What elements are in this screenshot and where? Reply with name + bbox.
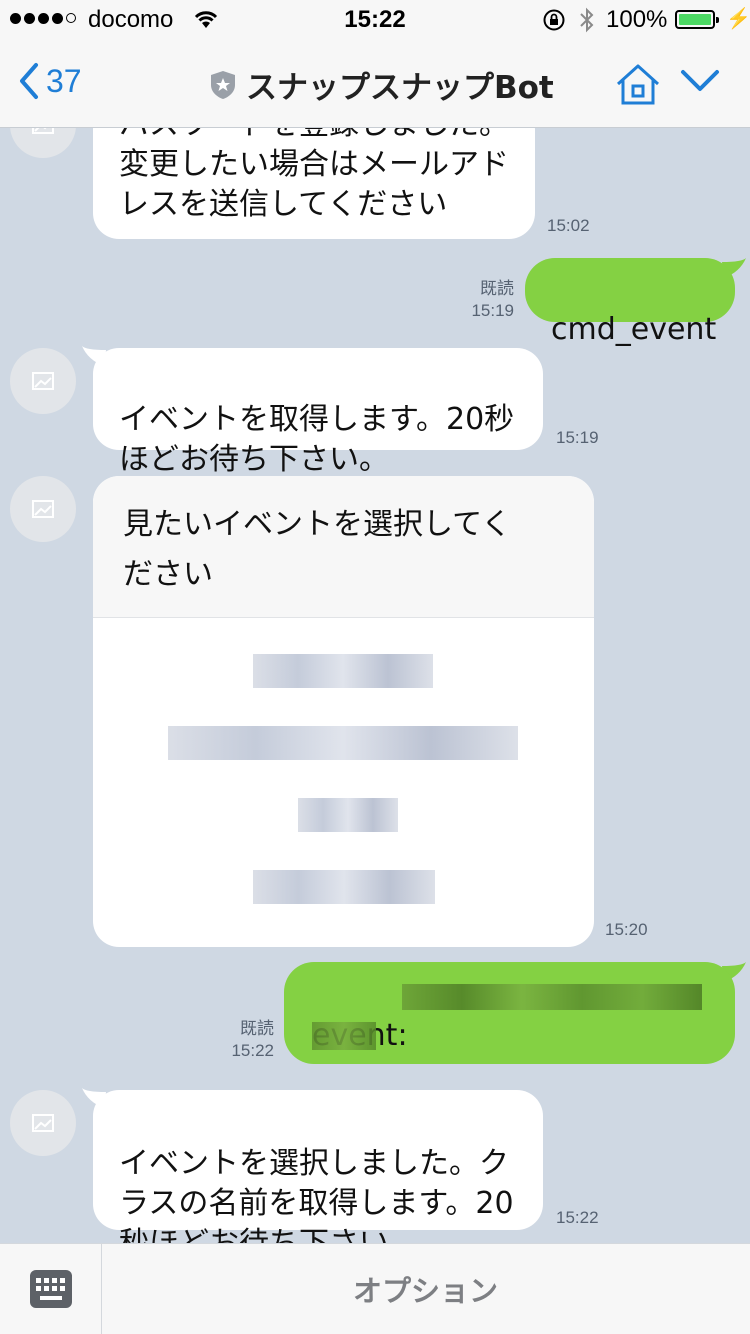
image-placeholder-icon bbox=[32, 1114, 54, 1132]
official-account-badge-icon bbox=[211, 70, 235, 99]
card-option-button[interactable] bbox=[253, 654, 433, 688]
read-receipt: 既読 bbox=[480, 279, 514, 298]
option-menu-button[interactable]: オプション bbox=[101, 1244, 750, 1334]
home-icon[interactable] bbox=[614, 62, 662, 106]
message-status: 既読 15:22 bbox=[200, 1018, 274, 1062]
image-placeholder-icon bbox=[32, 372, 54, 390]
page-title: スナップスナップBot bbox=[246, 70, 554, 106]
read-receipt: 既読 bbox=[240, 1019, 274, 1038]
card-option-button[interactable] bbox=[298, 798, 398, 832]
battery-percentage: 100% bbox=[606, 6, 668, 33]
chat-area[interactable]: パスワードを登録しました。 変更したい場合はメールアド レスを送信してください … bbox=[0, 128, 750, 1243]
message-bubble-incoming[interactable]: パスワードを登録しました。 変更したい場合はメールアド レスを送信してください bbox=[93, 128, 535, 239]
chevron-down-icon[interactable] bbox=[680, 68, 720, 94]
unread-count: 37 bbox=[46, 62, 82, 99]
battery-icon bbox=[675, 10, 719, 29]
message-bubble-outgoing[interactable]: cmd_event bbox=[525, 258, 735, 347]
template-card: 見たいイベントを選択してく ださい bbox=[93, 476, 594, 947]
message-bubble-incoming[interactable]: イベントを取得します。20秒 ほどお待ち下さい。 bbox=[93, 348, 543, 477]
message-text: イベントを取得します。20秒 ほどお待ち下さい。 bbox=[119, 402, 515, 477]
message-timestamp: 15:22 bbox=[556, 1208, 599, 1227]
message-bubble-incoming[interactable]: イベントを選択しました。ク ラスの名前を取得します。20 秒ほどお待ち下さい。 bbox=[93, 1090, 543, 1243]
message-bubble-outgoing[interactable]: event: bbox=[284, 962, 735, 1064]
charging-icon: ⚡ bbox=[726, 8, 750, 30]
bluetooth-icon bbox=[580, 7, 594, 33]
rotation-lock-icon bbox=[543, 9, 565, 31]
bottom-toolbar: オプション bbox=[0, 1243, 750, 1334]
card-option-button[interactable] bbox=[253, 870, 435, 904]
message-timestamp: 15:19 bbox=[471, 301, 514, 320]
bot-avatar[interactable] bbox=[10, 128, 76, 158]
navigation-bar: 37 スナップスナップBot bbox=[0, 40, 750, 128]
chevron-left-icon bbox=[20, 63, 38, 99]
message-timestamp: 15:19 bbox=[556, 428, 599, 447]
bot-avatar[interactable] bbox=[10, 348, 76, 414]
redacted-text bbox=[312, 1022, 376, 1050]
keyboard-icon bbox=[29, 1270, 72, 1308]
keyboard-toggle-button[interactable] bbox=[0, 1244, 102, 1334]
message-text: イベントを選択しました。ク ラスの名前を取得します。20 秒ほどお待ち下さい。 bbox=[119, 1146, 514, 1243]
message-timestamp: 15:22 bbox=[231, 1041, 274, 1060]
chat-title: スナップスナップBot bbox=[210, 62, 554, 107]
card-option-button[interactable] bbox=[168, 726, 518, 760]
back-button[interactable]: 37 bbox=[18, 62, 82, 100]
message-status: 既読 15:19 bbox=[440, 278, 514, 322]
message-timestamp: 15:20 bbox=[605, 920, 648, 939]
message-text: cmd_event bbox=[551, 312, 717, 347]
redacted-text bbox=[402, 984, 702, 1010]
message-text: パスワードを登録しました。 変更したい場合はメールアド レスを送信してください bbox=[119, 128, 509, 222]
image-placeholder-icon bbox=[32, 128, 54, 134]
bot-avatar[interactable] bbox=[10, 1090, 76, 1156]
bot-avatar[interactable] bbox=[10, 476, 76, 542]
image-placeholder-icon bbox=[32, 500, 54, 518]
status-bar: docomo 15:22 100% ⚡ bbox=[0, 0, 750, 40]
card-title: 見たいイベントを選択してく ださい bbox=[93, 476, 594, 618]
message-timestamp: 15:02 bbox=[547, 216, 590, 235]
